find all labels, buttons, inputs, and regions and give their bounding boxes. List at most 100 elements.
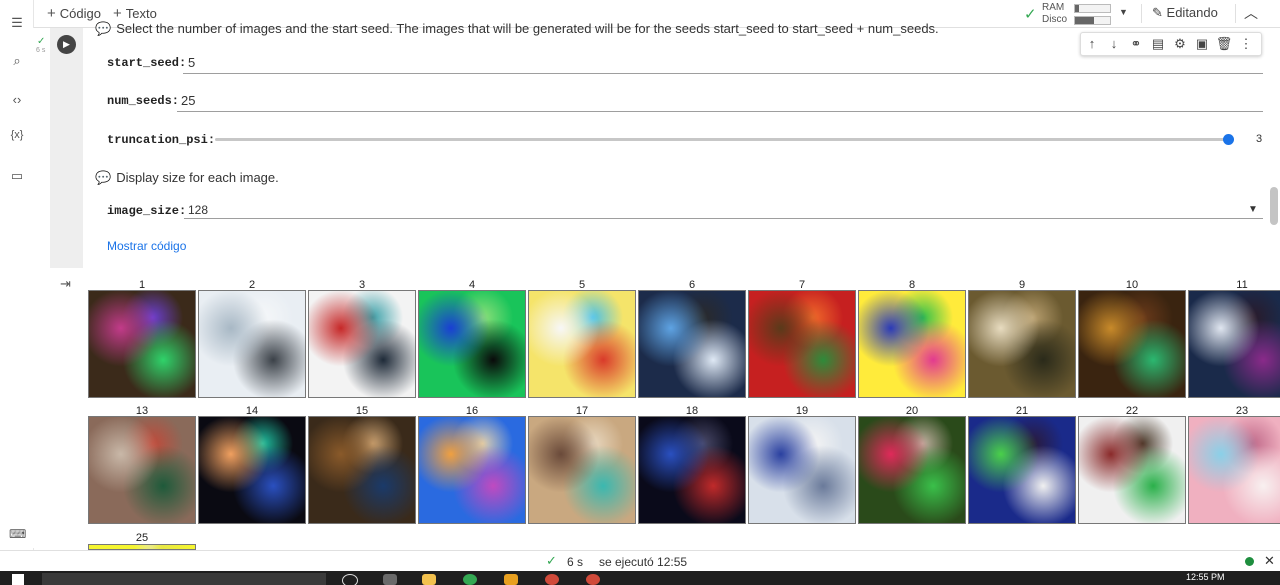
whatsapp-icon[interactable] <box>463 574 477 585</box>
generated-image <box>88 290 196 398</box>
ram-bar-fill <box>1075 5 1079 12</box>
image-label: 25 <box>135 532 149 544</box>
num-seeds-label: num_seeds: <box>107 94 180 108</box>
comment-icon[interactable]: ▤ <box>1149 36 1167 52</box>
num-seeds-input[interactable]: 25 <box>181 93 195 108</box>
generated-image <box>1078 290 1186 398</box>
ram-bar <box>1074 4 1111 13</box>
status-text: se ejecutó 12:55 <box>599 555 688 569</box>
generated-image <box>1188 416 1280 524</box>
task-view-icon[interactable] <box>342 574 358 585</box>
image-size-label: image_size: <box>107 204 187 218</box>
form-comment-text: Select the number of images and the star… <box>116 21 939 36</box>
chevron-down-icon[interactable]: ▼ <box>1248 204 1258 215</box>
app-icon[interactable] <box>383 574 397 585</box>
generated-image <box>418 416 526 524</box>
generated-image <box>528 290 636 398</box>
left-rail: ☰ ⌕ ‹› {x} ▭ ⌨ <box>0 0 34 570</box>
plus-icon: + <box>47 5 56 22</box>
generated-image <box>198 290 306 398</box>
pencil-icon: ✎ <box>1152 5 1163 20</box>
status-bar: ✓ 6 s se ejecutó 12:55 ✕ <box>0 550 1280 572</box>
taskbar-search[interactable] <box>42 573 326 585</box>
mirror-icon[interactable]: ▣ <box>1193 36 1211 52</box>
output-icon[interactable]: ⇥ <box>60 276 71 292</box>
start-seed-input[interactable]: 5 <box>188 55 195 70</box>
generated-image <box>968 290 1076 398</box>
comment-icon: 💬 <box>95 170 112 185</box>
truncation-psi-slider[interactable] <box>215 138 1229 141</box>
chrome-icon[interactable] <box>586 574 600 585</box>
ram-label: RAM <box>1042 2 1065 13</box>
chevron-up-icon[interactable]: ︿ <box>1244 3 1258 23</box>
add-code-button[interactable]: + Código <box>47 5 101 22</box>
form-comment: 💬 Select the number of images and the sta… <box>95 21 939 37</box>
code-snippets-icon[interactable]: ‹› <box>8 92 26 107</box>
windows-start-icon[interactable] <box>12 574 24 585</box>
gear-icon[interactable]: ⚙ <box>1171 36 1189 52</box>
os-taskbar: 12:55 PM <box>0 571 1280 585</box>
disk-bar <box>1074 16 1111 25</box>
disk-bar-fill <box>1075 17 1095 24</box>
folder-icon[interactable]: ▭ <box>8 168 26 184</box>
add-text-label: Texto <box>125 6 157 21</box>
generated-image <box>748 290 856 398</box>
check-icon: ✓ <box>1024 6 1037 23</box>
chrome-icon[interactable] <box>545 574 559 585</box>
editing-label: Editando <box>1166 5 1218 20</box>
add-text-button[interactable]: + Texto <box>113 5 157 22</box>
form-comment-text: Display size for each image. <box>116 170 279 185</box>
more-icon[interactable]: ⋮ <box>1237 36 1255 52</box>
terminal-icon[interactable]: ⌨ <box>9 527 26 541</box>
link-icon[interactable]: ⚭ <box>1127 36 1145 52</box>
cell-actions-toolbar: ↑ ↓ ⚭ ▤ ⚙ ▣ 🗑 ⋮ <box>1080 32 1262 56</box>
cell-exec-time: 6 s <box>36 47 46 54</box>
generated-image <box>1188 290 1280 398</box>
plus-icon: + <box>113 5 122 22</box>
show-code-link[interactable]: Mostrar código <box>107 239 186 253</box>
chevron-down-icon: ▼ <box>1119 7 1128 17</box>
form-comment: 💬 Display size for each image. <box>95 170 279 186</box>
num-seeds-underline <box>177 111 1263 112</box>
comment-icon: 💬 <box>95 21 112 36</box>
generated-image <box>638 290 746 398</box>
generated-image <box>418 290 526 398</box>
arrow-up-icon[interactable]: ↑ <box>1083 36 1101 51</box>
generated-image <box>308 416 416 524</box>
truncation-psi-label: truncation_psi: <box>107 133 216 147</box>
cell-gutter <box>33 28 50 548</box>
run-cell-button[interactable]: ▶ <box>57 35 76 54</box>
check-icon: ✓ <box>37 36 46 47</box>
generated-image <box>858 290 966 398</box>
resources-indicator[interactable]: ✓ RAM Disco ▼ <box>1022 1 1132 25</box>
app-icon[interactable] <box>504 574 518 585</box>
close-icon[interactable]: ✕ <box>1264 553 1275 569</box>
truncation-psi-value: 3 <box>1256 133 1263 145</box>
editing-mode-button[interactable]: ✎ Editando <box>1152 5 1218 21</box>
folder-icon[interactable] <box>422 574 436 585</box>
slider-thumb[interactable] <box>1223 134 1234 145</box>
variables-icon[interactable]: {x} <box>8 129 26 141</box>
disk-label: Disco <box>1042 14 1068 25</box>
check-icon: ✓ <box>546 553 557 568</box>
search-icon[interactable]: ⌕ <box>8 53 26 69</box>
cell-run-area <box>50 28 83 268</box>
generated-image <box>748 416 856 524</box>
connection-status-dot <box>1245 557 1254 566</box>
generated-image <box>308 290 416 398</box>
scrollbar-thumb[interactable] <box>1270 187 1278 225</box>
generated-image <box>198 416 306 524</box>
start-seed-underline <box>183 73 1263 74</box>
generated-image <box>858 416 966 524</box>
trash-icon[interactable]: 🗑 <box>1215 36 1233 52</box>
generated-image <box>528 416 636 524</box>
table-of-contents-icon[interactable]: ☰ <box>8 15 26 31</box>
generated-image <box>638 416 746 524</box>
taskbar-clock: 12:55 PM <box>1186 572 1225 582</box>
image-size-select[interactable]: 128 <box>188 203 208 217</box>
arrow-down-icon[interactable]: ↓ <box>1105 36 1123 51</box>
generated-image <box>88 416 196 524</box>
divider <box>1141 4 1142 23</box>
add-code-label: Código <box>59 6 101 21</box>
generated-image <box>968 416 1076 524</box>
